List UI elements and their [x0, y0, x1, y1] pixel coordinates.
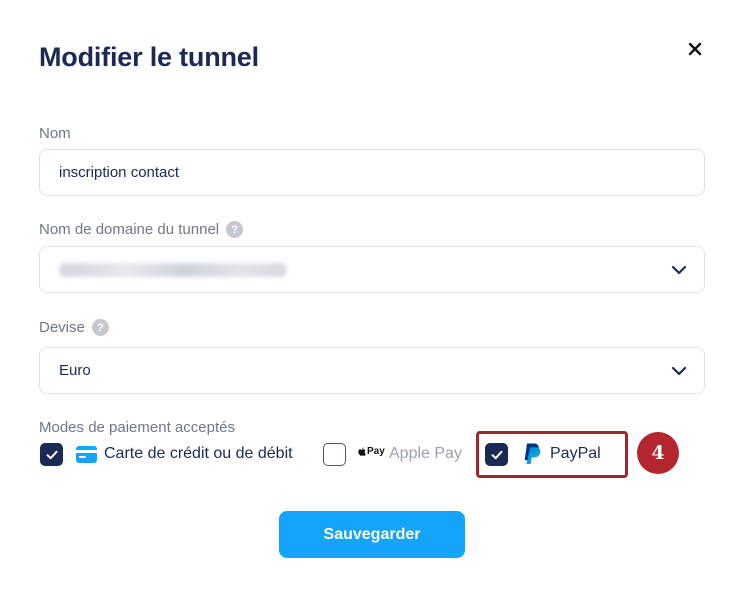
payment-methods-label: Modes de paiement acceptés [39, 419, 235, 436]
check-icon [491, 450, 502, 459]
apple-pay-label: Apple Pay [389, 445, 462, 462]
currency-value: Euro [59, 362, 91, 379]
modal-title: Modifier le tunnel [39, 42, 259, 72]
name-label: Nom [39, 125, 71, 142]
credit-card-icon [76, 446, 97, 463]
close-icon[interactable] [684, 38, 706, 60]
apple-pay-logo: Pay [358, 446, 385, 457]
redacted-domain-value [59, 262, 287, 277]
card-payment-checkbox[interactable] [40, 443, 63, 466]
question-icon[interactable]: ? [91, 319, 109, 336]
save-button[interactable]: Sauvegarder [279, 511, 465, 558]
apple-pay-checkbox[interactable] [323, 443, 346, 466]
edit-tunnel-modal: Modifier le tunnel Nom inscription conta… [0, 0, 743, 598]
currency-label: Devise ? [39, 319, 109, 336]
chevron-down-icon [671, 366, 687, 376]
chevron-down-icon [671, 265, 687, 275]
question-icon[interactable]: ? [226, 221, 244, 238]
domain-label: Nom de domaine du tunnel ? [39, 221, 244, 238]
currency-select[interactable]: Euro [39, 347, 705, 394]
check-icon [46, 450, 57, 459]
card-payment-label: Carte de crédit ou de débit [104, 445, 293, 462]
domain-select[interactable] [39, 246, 705, 293]
paypal-checkbox[interactable] [485, 443, 508, 466]
apple-icon [358, 446, 366, 456]
step-number-badge: 4 [637, 432, 679, 474]
name-input-value: inscription contact [59, 164, 180, 181]
paypal-icon [524, 443, 541, 464]
paypal-label: PayPal [550, 445, 601, 462]
name-input[interactable]: inscription contact [39, 149, 705, 196]
